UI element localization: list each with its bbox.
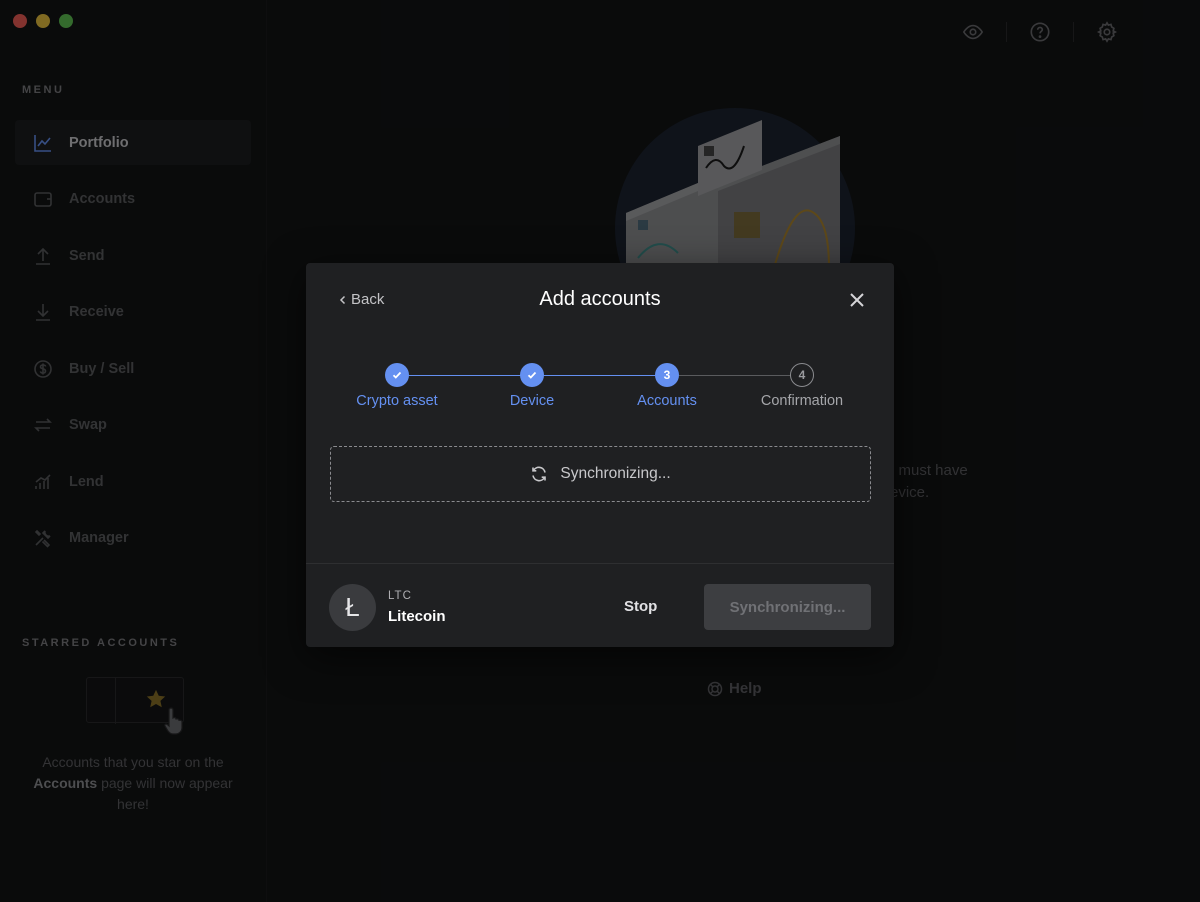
stop-button[interactable]: Stop — [624, 598, 657, 615]
step-confirmation: 4 Confirmation — [732, 363, 872, 409]
modal-footer: Ł LTC Litecoin Stop Synchronizing... — [306, 563, 894, 647]
coin-name: Litecoin — [388, 608, 446, 625]
stepper: Crypto asset Device 3 Accounts 4 Confirm… — [330, 363, 870, 413]
sync-status-box: Synchronizing... — [330, 446, 871, 502]
synchronizing-button[interactable]: Synchronizing... — [704, 584, 871, 630]
step-label: Confirmation — [760, 393, 844, 409]
sync-status-text: Synchronizing... — [560, 465, 671, 482]
check-icon — [520, 363, 544, 387]
app-window: MENU Portfolio Accounts Send Receive Buy… — [0, 0, 1200, 902]
step-label: Accounts — [637, 393, 697, 409]
close-icon[interactable] — [848, 291, 866, 309]
step-label: Crypto asset — [356, 393, 438, 409]
refresh-icon — [532, 466, 547, 482]
add-accounts-modal: Back Add accounts Crypto asset Device 3 … — [306, 263, 894, 647]
step-label: Device — [509, 393, 555, 409]
step-number: 4 — [790, 363, 814, 387]
check-icon — [385, 363, 409, 387]
step-device: Device — [462, 363, 602, 409]
modal-title: Add accounts — [539, 288, 661, 310]
step-accounts: 3 Accounts — [597, 363, 737, 409]
step-number: 3 — [655, 363, 679, 387]
coin-ticker: LTC — [388, 590, 412, 602]
litecoin-icon: Ł — [329, 584, 376, 631]
step-crypto-asset: Crypto asset — [327, 363, 467, 409]
